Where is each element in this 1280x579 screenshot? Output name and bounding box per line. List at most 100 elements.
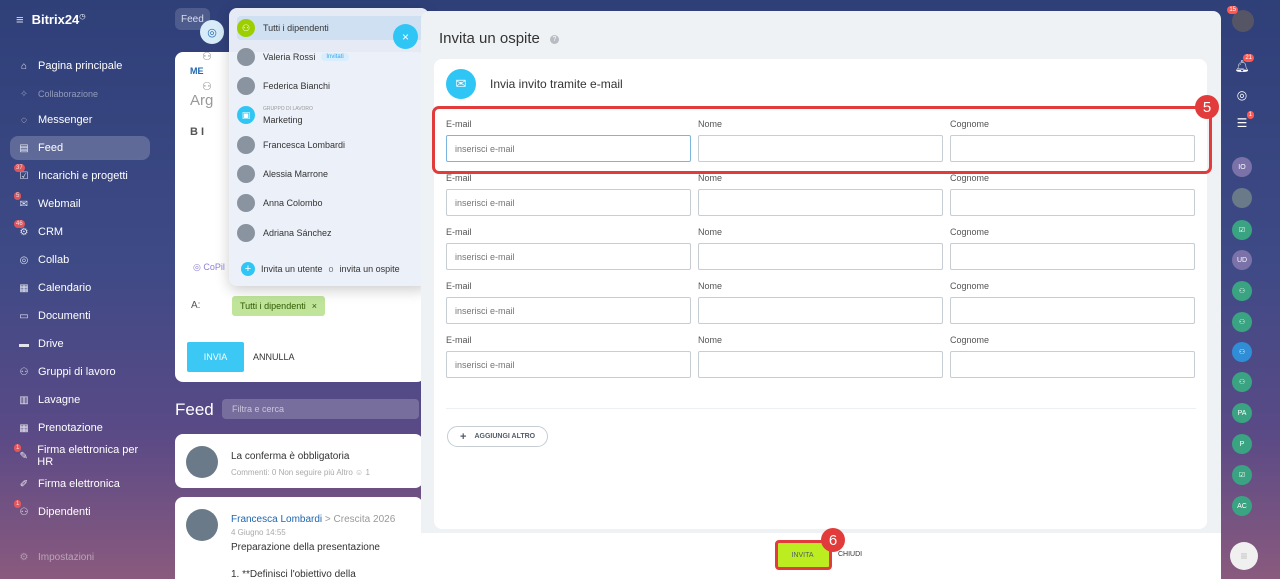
avatar: [237, 165, 255, 183]
dropdown-item[interactable]: Valeria Rossi Invitati: [237, 45, 427, 69]
dropdown-item[interactable]: Alessia Marrone: [237, 162, 427, 186]
sidebar-item-webmail[interactable]: ✉ 5 Webmail: [10, 192, 150, 216]
sidebar-item-documenti[interactable]: ▭ Documenti: [10, 304, 150, 328]
cancel-button[interactable]: ANNULLA: [253, 352, 295, 362]
invite-user-link[interactable]: Invita un utente: [261, 264, 323, 274]
copilot-icon: ◎: [193, 262, 204, 272]
tasks-icon: ☑ 37: [14, 164, 29, 182]
email-field[interactable]: [446, 351, 691, 378]
first-name-field[interactable]: [698, 297, 943, 324]
feed-item-meta: Commenti: 0 Non seguire più Altro ☺ 1: [231, 468, 370, 477]
contact-avatar[interactable]: IO: [1232, 157, 1252, 177]
gear-icon: ⚙: [19, 551, 29, 563]
chat-icon: ◌: [21, 114, 27, 126]
first-name-label: Nome: [698, 335, 723, 345]
brand-logo[interactable]: ≡ Bitrix24◷: [16, 12, 85, 27]
group-chat-avatar[interactable]: ⚇: [1232, 372, 1252, 392]
invite-guest-modal: Invita un ospite? ✉ Invia invito tramite…: [421, 11, 1221, 579]
dropdown-item[interactable]: Adriana Sánchez: [237, 221, 427, 245]
group-chat-avatar[interactable]: ⚇: [1232, 342, 1252, 362]
first-name-field[interactable]: [698, 189, 943, 216]
send-button[interactable]: INVIA: [187, 342, 244, 372]
email-label: E-mail: [446, 227, 472, 237]
feed-item[interactable]: Francesca Lombardi > Crescita 2026 4 Giu…: [175, 497, 423, 579]
plus-icon: +: [460, 430, 467, 443]
panel-title: Invia invito tramite e-mail: [490, 77, 623, 91]
sidebar-item-crm[interactable]: ⚙ 46 CRM: [10, 220, 150, 244]
contact-avatar[interactable]: UD: [1232, 250, 1252, 270]
dropdown-item[interactable]: Federica Bianchi: [237, 74, 427, 98]
remove-chip-icon[interactable]: ×: [312, 301, 317, 311]
group-chat-avatar[interactable]: ⚇: [1232, 281, 1252, 301]
feed-icon: ▤: [19, 142, 29, 154]
sidebar-item-prenotazione[interactable]: ▦ Prenotazione: [10, 416, 150, 440]
email-field[interactable]: [446, 243, 691, 270]
dropdown-item[interactable]: Anna Colombo: [237, 191, 427, 215]
contact-avatar[interactable]: ☑: [1232, 220, 1252, 240]
sidebar-item-lavagne[interactable]: ▥ Lavagne: [10, 388, 150, 412]
last-name-field[interactable]: [950, 351, 1195, 378]
composer-tab-message[interactable]: ME: [190, 66, 204, 76]
copilot-button[interactable]: ◎ CoPil: [193, 262, 225, 273]
feed-item-date: 4 Giugno 14:55: [231, 528, 286, 537]
avatar: [186, 446, 218, 478]
menu-icon[interactable]: ≡: [1230, 542, 1258, 570]
invite-guest-link[interactable]: invita un ospite: [340, 264, 400, 274]
feed-title: Feed: [175, 400, 214, 419]
sidebar-item-collab[interactable]: ◎ Collab: [10, 248, 150, 272]
email-field[interactable]: [446, 189, 691, 216]
close-icon[interactable]: ×: [393, 24, 418, 49]
last-name-field[interactable]: [950, 189, 1195, 216]
sidebar-item-drive[interactable]: ▬ Drive: [10, 332, 150, 356]
sidebar-item-calendario[interactable]: ▦ Calendario: [10, 276, 150, 300]
last-name-label: Cognome: [950, 227, 990, 237]
dropdown-item[interactable]: Francesca Lombardi: [237, 133, 427, 157]
bell-icon[interactable]: 🔔︎ 21: [1234, 54, 1254, 74]
email-icon: ✉: [446, 69, 476, 99]
modal-title: Invita un ospite?: [439, 30, 559, 47]
sidebar-item-gruppi-di-lavoro[interactable]: ⚇ Gruppi di lavoro: [10, 360, 150, 384]
first-name-field[interactable]: [698, 243, 943, 270]
sidebar-item-settings[interactable]: ⚙ Impostazioni: [10, 545, 150, 569]
user-avatar[interactable]: 15: [1227, 6, 1254, 32]
feed-item-title: Preparazione della presentazione: [231, 542, 380, 553]
sidebar-item-firma-elettronica[interactable]: ✐ Firma elettronica: [10, 472, 150, 496]
contact-avatar[interactable]: P: [1232, 434, 1252, 454]
feed-item[interactable]: La conferma è obbligatoria Commenti: 0 N…: [175, 434, 423, 488]
search-icon[interactable]: ◎: [200, 20, 224, 44]
format-toolbar[interactable]: B I: [190, 126, 204, 138]
feed-item-body: 1. **Definisci l'obiettivo della present…: [231, 569, 356, 579]
menu-burger-icon[interactable]: ≡: [16, 12, 24, 27]
dropdown-item[interactable]: ▣ GRUPPO DI LAVORO Marketing: [237, 103, 427, 127]
first-name-field[interactable]: [698, 351, 943, 378]
all-employees-icon: ⚇: [237, 19, 255, 37]
plus-icon[interactable]: +: [241, 262, 255, 276]
sidebar-item-feed[interactable]: ▤ Feed: [10, 136, 150, 160]
sign-hr-icon: ✎ 1: [14, 444, 28, 462]
contact-avatar[interactable]: [1232, 188, 1252, 208]
sidebar-item-messenger[interactable]: ◌ Messenger: [10, 108, 150, 132]
highlight-first-row: [432, 106, 1212, 174]
sidebar-item-pagina-principale[interactable]: ⌂ Pagina principale: [10, 54, 150, 78]
recipient-chip[interactable]: Tutti i dipendenti ×: [232, 296, 325, 316]
contact-avatar[interactable]: ☑: [1232, 465, 1252, 485]
feed-search-input[interactable]: Filtra e cerca: [222, 399, 419, 419]
sidebar-item-firma-elettronica-per-hr[interactable]: ✎ 1 Firma elettronica per HR: [10, 444, 150, 468]
help-icon[interactable]: ?: [549, 34, 559, 44]
last-name-field[interactable]: [950, 243, 1195, 270]
add-more-button[interactable]: + AGGIUNGI ALTRO: [447, 426, 549, 447]
last-name-field[interactable]: [950, 297, 1195, 324]
sidebar-item-incarichi-e-progetti[interactable]: ☑ 37 Incarichi e progetti: [10, 164, 150, 188]
sidebar-item-dipendenti[interactable]: ⚇ 1 Dipendenti: [10, 500, 150, 524]
chat-icon[interactable]: ☰ 1: [1234, 111, 1254, 131]
sidebar-item-collaborazione[interactable]: ✧ Collaborazione: [10, 82, 150, 106]
composer-subject[interactable]: Arg: [190, 92, 213, 109]
group-chat-avatar[interactable]: ⚇: [1232, 312, 1252, 332]
last-name-label: Cognome: [950, 173, 990, 183]
close-button[interactable]: CHIUDI: [838, 551, 862, 558]
email-field[interactable]: [446, 297, 691, 324]
contact-avatar[interactable]: AC: [1232, 496, 1252, 516]
contact-avatar[interactable]: PA: [1232, 403, 1252, 423]
copilot-icon[interactable]: ◎: [1234, 87, 1250, 103]
boards-icon: ▥: [19, 394, 29, 406]
